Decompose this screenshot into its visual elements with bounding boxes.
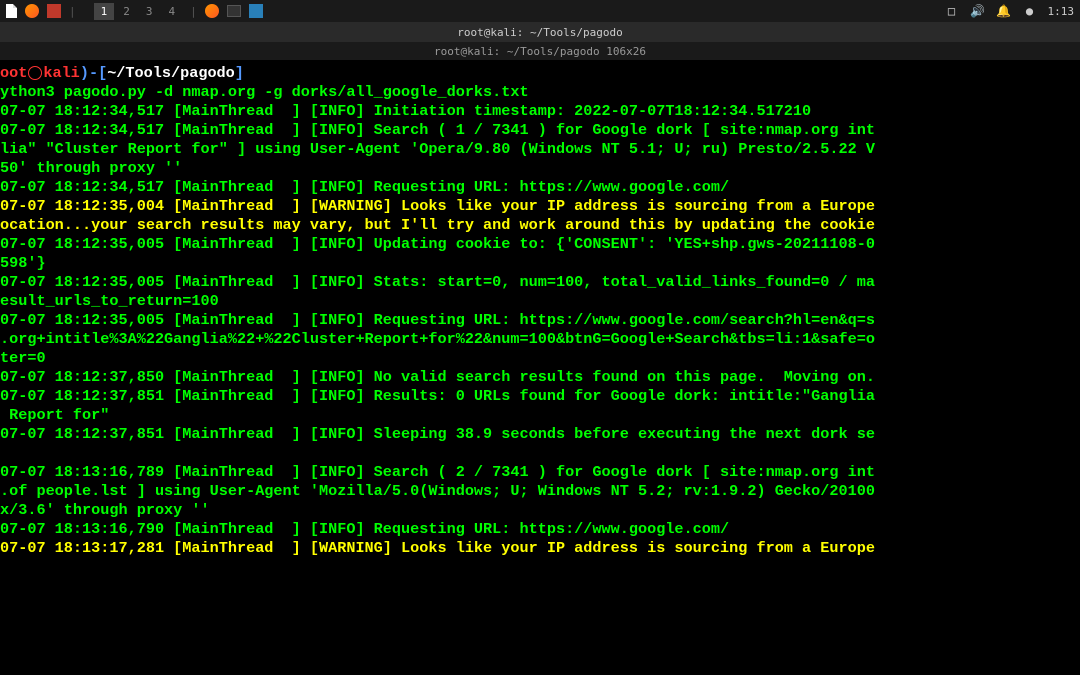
log-line: 07-07 18:12:35,004 [MainThread ] [WARNIN… <box>0 197 1080 216</box>
log-line: esult_urls_to_return=100 <box>0 292 1080 311</box>
window-title: root@kali: ~/Tools/pagodo <box>457 26 623 39</box>
workspace-switcher: 1 2 3 4 <box>94 3 183 20</box>
log-line <box>0 444 1080 463</box>
prompt-dash: - <box>89 64 98 82</box>
log-line: .of people.lst ] using User-Agent 'Mozil… <box>0 482 1080 501</box>
log-line: 07-07 18:12:35,005 [MainThread ] [INFO] … <box>0 311 1080 330</box>
workspace-3[interactable]: 3 <box>139 3 160 20</box>
log-line: Report for" <box>0 406 1080 425</box>
log-line: 07-07 18:12:35,005 [MainThread ] [INFO] … <box>0 235 1080 254</box>
workspace-1[interactable]: 1 <box>94 3 115 20</box>
prompt-bracket-open: [ <box>98 64 107 82</box>
terminal-running-icon[interactable] <box>227 5 241 17</box>
top-panel: | 1 2 3 4 | □ 🔊 🔔 ● 1:13 <box>0 0 1080 22</box>
files-icon[interactable] <box>6 4 17 18</box>
log-line: lia" "Cluster Report for" ] using User-A… <box>0 140 1080 159</box>
log-line: 07-07 18:13:16,790 [MainThread ] [INFO] … <box>0 520 1080 539</box>
notifications-icon[interactable]: 🔔 <box>996 3 1012 19</box>
panel-separator: | <box>69 5 76 18</box>
record-icon[interactable]: ● <box>1022 3 1038 19</box>
panel-right-tray: □ 🔊 🔔 ● 1:13 <box>944 3 1075 19</box>
log-line: 07-07 18:13:16,789 [MainThread ] [INFO] … <box>0 463 1080 482</box>
log-line: 07-07 18:12:37,851 [MainThread ] [INFO] … <box>0 387 1080 406</box>
log-line: 598'} <box>0 254 1080 273</box>
log-line: 07-07 18:12:34,517 [MainThread ] [INFO] … <box>0 121 1080 140</box>
log-line: x/3.6' through proxy '' <box>0 501 1080 520</box>
firefox-running-icon[interactable] <box>205 4 219 18</box>
log-line: .org+intitle%3A%22Ganglia%22+%22Cluster+… <box>0 330 1080 349</box>
log-line: ter=0 <box>0 349 1080 368</box>
window-subtitle: root@kali: ~/Tools/pagodo 106x26 <box>434 45 646 58</box>
log-line: 07-07 18:13:17,281 [MainThread ] [WARNIN… <box>0 539 1080 558</box>
panel-left: | 1 2 3 4 | <box>6 3 263 20</box>
prompt-host: kali <box>43 64 79 82</box>
kali-icon <box>28 66 42 80</box>
panel-separator-2: | <box>190 5 197 18</box>
log-line: 07-07 18:12:37,850 [MainThread ] [INFO] … <box>0 368 1080 387</box>
log-line: 07-07 18:12:37,851 [MainThread ] [INFO] … <box>0 425 1080 444</box>
command-line: ython3 pagodo.py -d nmap.org -g dorks/al… <box>0 83 529 101</box>
app-icon-red[interactable] <box>47 4 61 18</box>
prompt-user: oot <box>0 64 27 82</box>
workspace-2[interactable]: 2 <box>116 3 137 20</box>
log-line: 07-07 18:12:34,517 [MainThread ] [INFO] … <box>0 178 1080 197</box>
log-line: 50' through proxy '' <box>0 159 1080 178</box>
app-running-icon[interactable] <box>249 4 263 18</box>
workspace-4[interactable]: 4 <box>162 3 183 20</box>
prompt-bracket-close: ] <box>235 64 244 82</box>
log-line: ocation...your search results may vary, … <box>0 216 1080 235</box>
prompt-path: ~/Tools/pagodo <box>107 64 235 82</box>
log-lines: 07-07 18:12:34,517 [MainThread ] [INFO] … <box>0 102 1080 558</box>
window-subtitle-bar: root@kali: ~/Tools/pagodo 106x26 <box>0 42 1080 60</box>
log-line: 07-07 18:12:34,517 [MainThread ] [INFO] … <box>0 102 1080 121</box>
screen-icon[interactable]: □ <box>944 3 960 19</box>
terminal-output[interactable]: ootkali)-[~/Tools/pagodo] ython3 pagodo.… <box>0 60 1080 558</box>
clock[interactable]: 1:13 <box>1048 5 1075 18</box>
firefox-icon[interactable] <box>25 4 39 18</box>
log-line: 07-07 18:12:35,005 [MainThread ] [INFO] … <box>0 273 1080 292</box>
prompt-paren-close: ) <box>80 64 89 82</box>
speaker-icon[interactable]: 🔊 <box>970 3 986 19</box>
window-title-bar[interactable]: root@kali: ~/Tools/pagodo <box>0 22 1080 42</box>
